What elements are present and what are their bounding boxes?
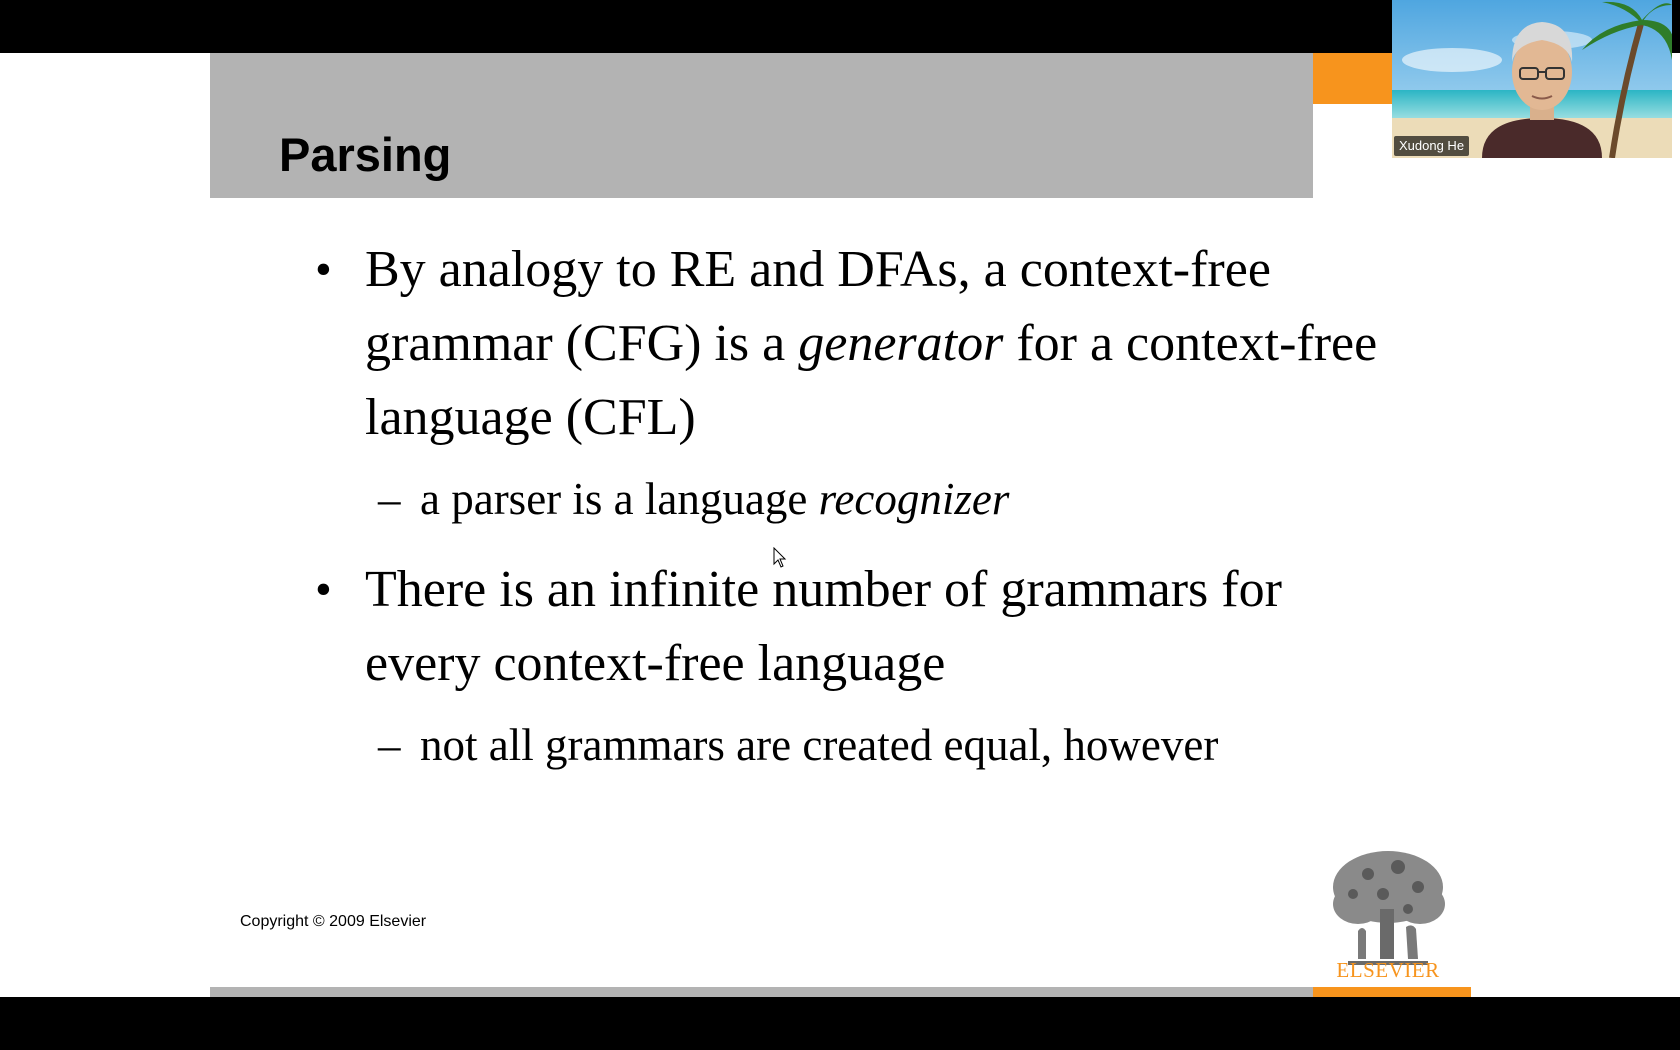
sub-bullet-text: a parser is a language <box>420 474 819 524</box>
sub-bullet-marker: – <box>378 474 401 524</box>
bullet-marker: • <box>315 563 332 616</box>
slide-title: Parsing <box>279 128 452 181</box>
sub-bullet-marker: – <box>378 720 401 770</box>
presentation-slide: Parsing • By analogy to RE and DFAs, a co… <box>0 53 1680 997</box>
sub-bullet-item: – a parser is a language recognizer <box>315 471 1385 527</box>
mouse-cursor-icon <box>773 547 787 568</box>
bullet-item: • There is an infinite number of grammars… <box>315 553 1385 701</box>
elsevier-wordmark: ELSEVIER <box>1336 958 1440 982</box>
sub-bullet-text: not all grammars are created equal, howe… <box>420 720 1219 770</box>
participant-name-label: Xudong He <box>1394 136 1470 156</box>
copyright-text: Copyright © 2009 Elsevier <box>240 913 427 930</box>
bullet-item: • By analogy to RE and DFAs, a context-fr… <box>315 233 1385 455</box>
video-feed <box>1392 0 1672 158</box>
participant-video-tile[interactable]: Xudong He <box>1392 0 1672 158</box>
bullet-list: • By analogy to RE and DFAs, a context-fr… <box>315 233 1385 799</box>
bullet-text: generator <box>798 315 1004 372</box>
bottom-bar <box>210 987 1313 997</box>
bottom-accent-bar <box>1313 987 1471 997</box>
sub-bullet-text: recognizer <box>818 474 1010 524</box>
accent-block <box>1313 53 1393 104</box>
bullet-marker: • <box>315 243 332 296</box>
bullet-text: There is an infinite number of grammars … <box>365 561 1282 692</box>
sub-bullet-item: – not all grammars are created equal, how… <box>315 717 1385 773</box>
